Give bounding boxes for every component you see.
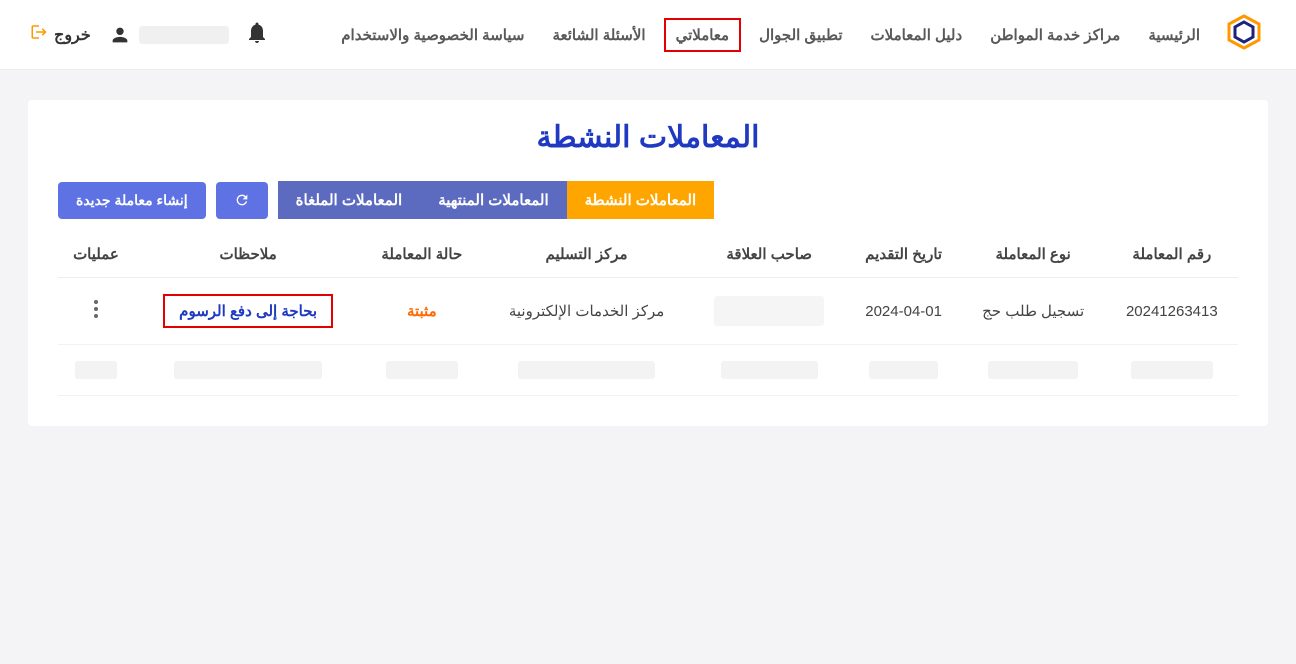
col-actions: عمليات — [58, 231, 134, 278]
user-name — [139, 26, 229, 44]
col-type: نوع المعاملة — [961, 231, 1106, 278]
table-row: 20241263413 تسجيل طلب حج 2024-04-01 مركز… — [58, 278, 1238, 345]
col-owner: صاحب العلاقة — [692, 231, 847, 278]
logout-icon — [30, 23, 48, 46]
logout-button[interactable]: خروج — [30, 23, 91, 46]
col-center: مركز التسليم — [481, 231, 692, 278]
cell-status: مثبتة — [362, 278, 481, 345]
cell-notes: بحاجة إلى دفع الرسوم — [134, 278, 362, 345]
logout-label: خروج — [54, 25, 91, 45]
table-header-row: رقم المعاملة نوع المعاملة تاريخ التقديم … — [58, 231, 1238, 278]
col-notes: ملاحظات — [134, 231, 362, 278]
page-title: المعاملات النشطة — [28, 100, 1268, 181]
refresh-icon — [234, 192, 250, 208]
cell-owner — [692, 278, 847, 345]
cell-actions[interactable] — [58, 278, 134, 345]
transactions-table: رقم المعاملة نوع المعاملة تاريخ التقديم … — [58, 231, 1238, 396]
nav-faq[interactable]: الأسئلة الشائعة — [542, 18, 655, 52]
cell-type: تسجيل طلب حج — [961, 278, 1106, 345]
table-row-blurred — [58, 345, 1238, 396]
kebab-menu-icon — [94, 300, 98, 318]
bell-icon[interactable] — [247, 21, 267, 48]
action-buttons: إنشاء معاملة جديدة — [58, 182, 268, 219]
navbar: الرئيسية مراكز خدمة المواطن دليل المعامل… — [0, 0, 1296, 70]
user-area[interactable] — [109, 24, 229, 46]
refresh-button[interactable] — [216, 182, 268, 219]
col-date: تاريخ التقديم — [847, 231, 961, 278]
col-number: رقم المعاملة — [1106, 231, 1238, 278]
nav-transactions[interactable]: معاملاتي — [664, 18, 742, 52]
cell-number: 20241263413 — [1106, 278, 1238, 345]
col-status: حالة المعاملة — [362, 231, 481, 278]
nav-right: خروج — [30, 21, 267, 48]
user-icon — [109, 24, 131, 46]
logo-icon — [1223, 14, 1265, 56]
tab-active[interactable]: المعاملات النشطة — [567, 181, 714, 219]
main-container: المعاملات النشطة المعاملات النشطة المعام… — [28, 100, 1268, 426]
tab-finished[interactable]: المعاملات المنتهية — [420, 181, 566, 219]
logo[interactable] — [1222, 13, 1266, 57]
nav-mobile[interactable]: تطبيق الجوال — [749, 18, 852, 52]
nav-home[interactable]: الرئيسية — [1138, 18, 1210, 52]
nav-items: الرئيسية مراكز خدمة المواطن دليل المعامل… — [267, 18, 1210, 52]
tabs: المعاملات النشطة المعاملات المنتهية المع… — [278, 181, 714, 219]
table-wrapper: رقم المعاملة نوع المعاملة تاريخ التقديم … — [28, 219, 1268, 396]
nav-centers[interactable]: مراكز خدمة المواطن — [980, 18, 1130, 52]
nav-privacy[interactable]: سياسة الخصوصية والاستخدام — [331, 18, 534, 52]
cell-center: مركز الخدمات الإلكترونية — [481, 278, 692, 345]
create-transaction-button[interactable]: إنشاء معاملة جديدة — [58, 182, 206, 219]
controls-row: المعاملات النشطة المعاملات المنتهية المع… — [28, 181, 1268, 219]
nav-guide[interactable]: دليل المعاملات — [861, 18, 973, 52]
cell-date: 2024-04-01 — [847, 278, 961, 345]
tab-cancelled[interactable]: المعاملات الملغاة — [278, 181, 421, 219]
